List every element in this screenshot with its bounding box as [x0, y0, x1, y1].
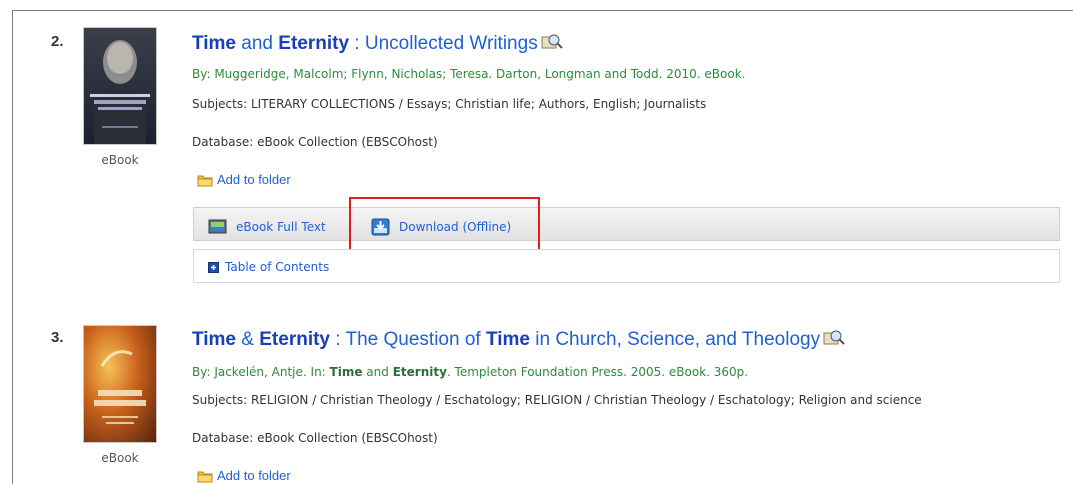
- result-title-link[interactable]: Time & Eternity : The Question of Time i…: [192, 329, 845, 351]
- title-text[interactable]: : The Question of: [330, 329, 486, 350]
- download-icon: [371, 218, 390, 236]
- ebook-full-text-label[interactable]: eBook Full Text: [236, 220, 326, 234]
- folder-icon: [197, 175, 213, 187]
- title-text[interactable]: in Church, Science, and Theology: [530, 329, 820, 350]
- add-to-folder-link[interactable]: Add to folder: [197, 172, 291, 187]
- format-label: eBook: [101, 153, 139, 167]
- database-info: Database: eBook Collection (EBSCOhost): [192, 135, 438, 149]
- title-text[interactable]: &: [236, 329, 259, 350]
- byline: By: Jackelén, Antje. In: Time and Eterni…: [192, 365, 748, 379]
- title-hit[interactable]: Time: [192, 329, 236, 350]
- table-of-contents-label[interactable]: Table of Contents: [225, 260, 329, 274]
- subjects: Subjects: RELIGION / Christian Theology …: [192, 393, 922, 407]
- database-info: Database: eBook Collection (EBSCOhost): [192, 431, 438, 445]
- title-hit[interactable]: Eternity: [259, 329, 330, 350]
- folder-icon: [197, 471, 213, 483]
- byline-text: and: [362, 365, 393, 379]
- byline-text: By: Jackelén, Antje. In:: [192, 365, 330, 379]
- add-to-folder-label[interactable]: Add to folder: [217, 172, 291, 187]
- link-divider: [349, 208, 350, 240]
- byline-hit: Eternity: [392, 365, 447, 379]
- title-hit[interactable]: Time: [192, 33, 236, 54]
- byline-hit: Time: [329, 365, 363, 379]
- byline-text: . Templeton Foundation Press. 2005. eBoo…: [446, 365, 749, 379]
- title-hit[interactable]: Eternity: [278, 33, 349, 54]
- byline: By: Muggeridge, Malcolm; Flynn, Nicholas…: [192, 67, 746, 81]
- title-hit[interactable]: Time: [486, 329, 530, 350]
- table-of-contents-icon: [208, 262, 219, 273]
- add-to-folder-link[interactable]: Add to folder: [197, 468, 291, 483]
- book-cover-thumbnail[interactable]: [83, 325, 157, 443]
- title-text[interactable]: : Uncollected Writings: [349, 33, 537, 54]
- ebook-full-text-icon: [208, 219, 227, 234]
- result-title-link[interactable]: Time and Eternity : Uncollected Writings: [192, 33, 563, 55]
- subjects: Subjects: LITERARY COLLECTIONS / Essays;…: [192, 97, 707, 111]
- full-text-link-bar: eBook Full Text Download (Offline): [193, 207, 1060, 241]
- magnify-icon[interactable]: [541, 33, 563, 55]
- table-of-contents-bar: Table of Contents: [193, 249, 1060, 283]
- title-text[interactable]: and: [236, 33, 278, 54]
- magnify-icon[interactable]: [823, 329, 845, 351]
- download-offline-label[interactable]: Download (Offline): [399, 220, 511, 234]
- format-label: eBook: [101, 451, 139, 465]
- book-cover-thumbnail[interactable]: [83, 27, 157, 145]
- download-offline-link[interactable]: Download (Offline): [371, 218, 511, 236]
- results-panel: 2. eBook Time and Eternity: Uncollected…: [12, 10, 1073, 484]
- table-of-contents-link[interactable]: Table of Contents: [208, 260, 329, 274]
- result-number: 2.: [51, 33, 64, 50]
- result-number: 3.: [51, 329, 64, 346]
- ebook-full-text-link[interactable]: eBook Full Text: [208, 218, 326, 236]
- add-to-folder-label[interactable]: Add to folder: [217, 468, 291, 483]
